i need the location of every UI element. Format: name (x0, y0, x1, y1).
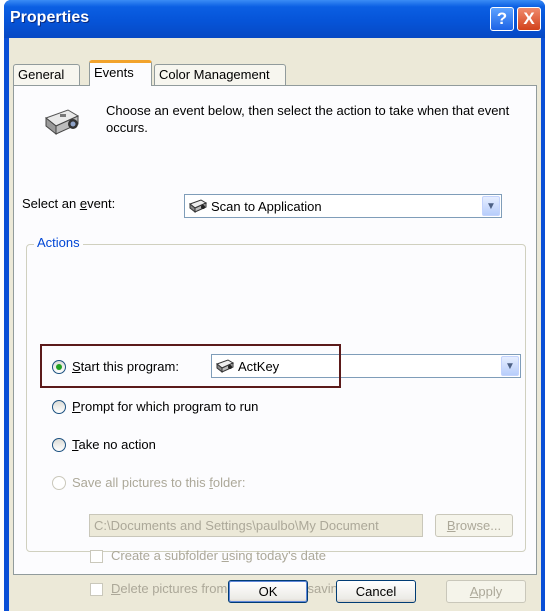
save-pictures-label[interactable]: Save all pictures to this folder: (72, 475, 245, 490)
subfolder-checkbox[interactable] (90, 550, 103, 563)
event-select[interactable]: Scan to Application ▼ (184, 194, 502, 218)
help-button[interactable]: ? (490, 7, 514, 31)
dialog-client-area: General Events Color Management Choose a… (9, 38, 541, 611)
close-button[interactable]: X (517, 7, 541, 31)
save-pictures-radio[interactable] (52, 476, 66, 490)
chevron-down-icon[interactable]: ▼ (482, 196, 500, 216)
tab-color-management[interactable]: Color Management (154, 64, 286, 85)
window-title: Properties (10, 9, 90, 26)
tab-events[interactable]: Events (89, 60, 152, 86)
subfolder-label[interactable]: Create a subfolder using today's date (111, 548, 326, 563)
ok-button[interactable]: OK (228, 580, 308, 603)
delete-after-checkbox[interactable] (90, 583, 103, 596)
actions-group-title: Actions (34, 235, 83, 250)
actions-group (26, 244, 526, 552)
title-bar[interactable]: Properties ? X (4, 0, 545, 38)
folder-path-input[interactable]: C:\Documents and Settings\paulbo\My Docu… (89, 514, 423, 537)
event-description: Choose an event below, then select the a… (106, 103, 510, 135)
highlight-outline (40, 344, 341, 388)
no-action-label[interactable]: Take no action (72, 437, 156, 452)
apply-button[interactable]: Apply (446, 580, 526, 603)
chevron-down-icon[interactable]: ▼ (501, 356, 519, 376)
prompt-program-label[interactable]: Prompt for which program to run (72, 399, 258, 414)
scanner-icon (42, 104, 82, 141)
prompt-program-radio[interactable] (52, 400, 66, 414)
events-tab-page: Choose an event below, then select the a… (13, 85, 537, 596)
scanner-small-icon (188, 198, 208, 217)
tab-general[interactable]: General (13, 64, 80, 85)
cancel-button[interactable]: Cancel (336, 580, 416, 603)
select-event-label: Select an event: (22, 196, 116, 211)
properties-dialog: Properties ? X General Events Color Mana… (4, 0, 545, 611)
event-select-value: Scan to Application (211, 199, 322, 214)
no-action-radio[interactable] (52, 438, 66, 452)
browse-button[interactable]: Browse... (435, 514, 513, 537)
